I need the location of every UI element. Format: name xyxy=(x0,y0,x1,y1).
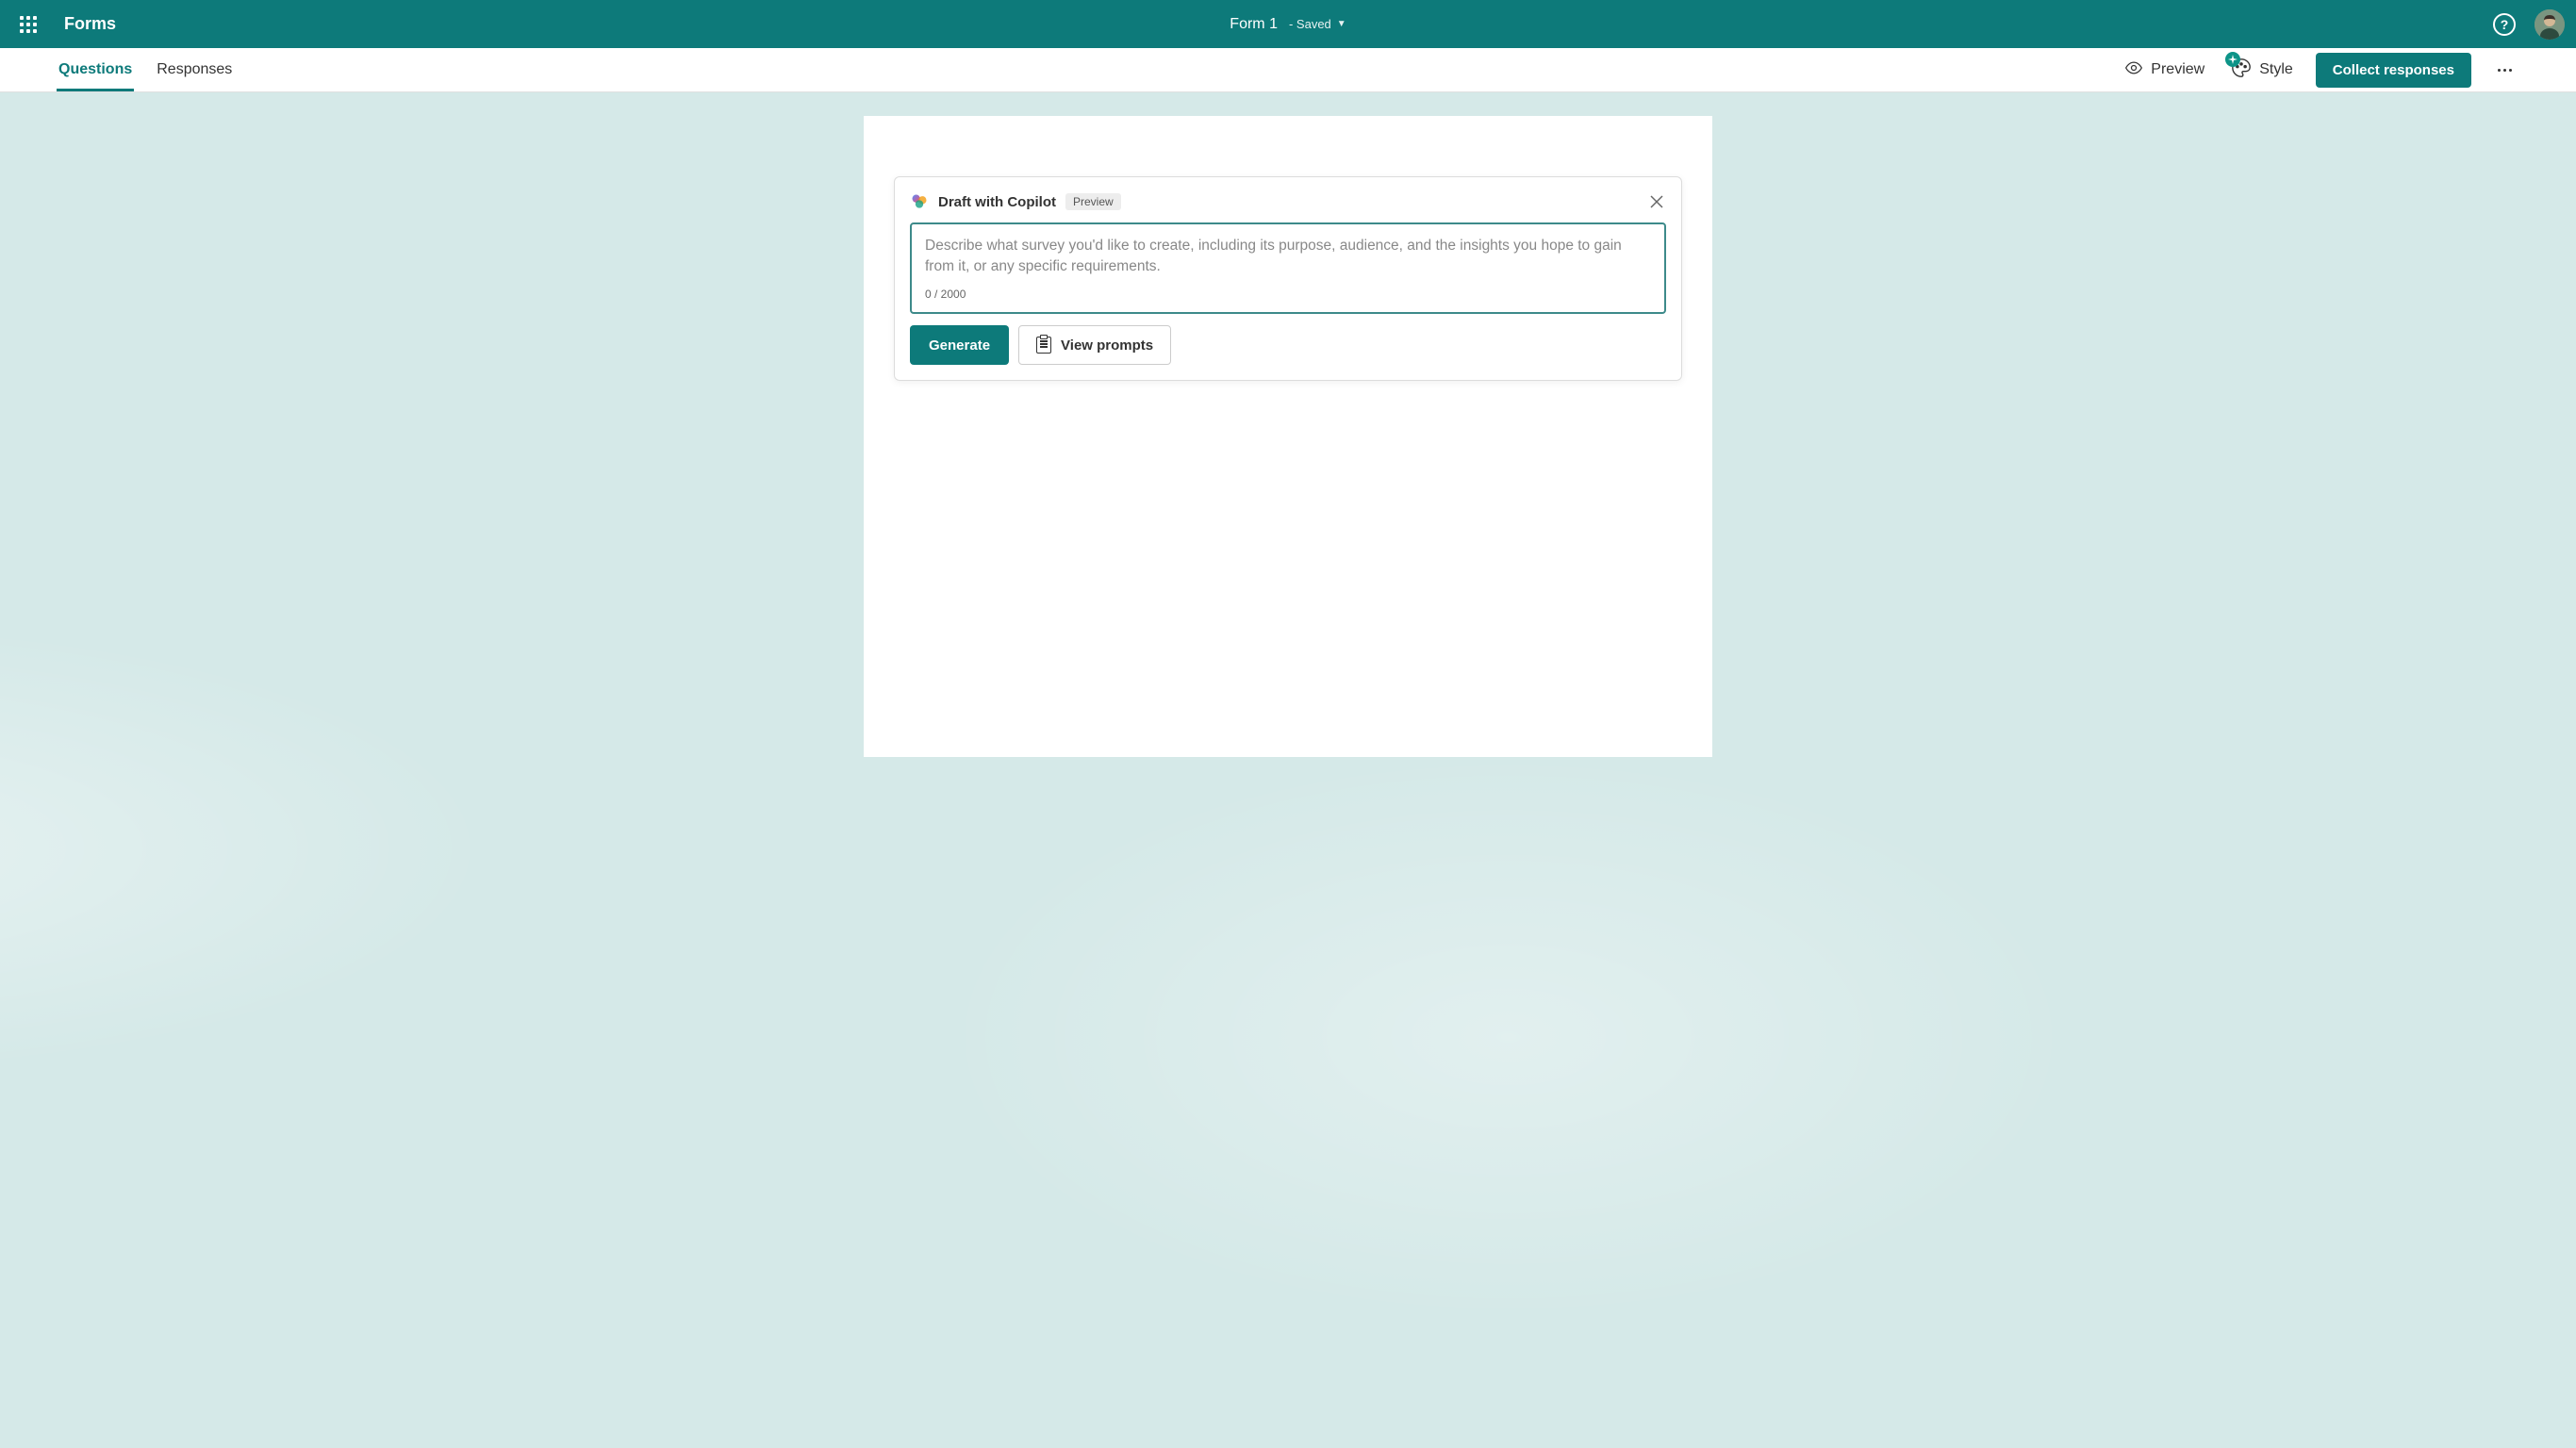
copilot-icon xyxy=(910,192,929,211)
char-count: 0 / 2000 xyxy=(925,288,1651,301)
more-options-button[interactable] xyxy=(2490,61,2519,79)
header-center: Form 1 - Saved ▼ xyxy=(1230,16,1346,33)
palette-icon xyxy=(2231,58,2252,83)
form-canvas: Draft with Copilot Preview 0 / 2000 Gene… xyxy=(864,116,1712,757)
form-title[interactable]: Form 1 xyxy=(1230,16,1278,33)
generate-button[interactable]: Generate xyxy=(910,325,1009,365)
avatar[interactable] xyxy=(2535,9,2565,40)
tab-questions[interactable]: Questions xyxy=(57,48,134,91)
copilot-input-container: 0 / 2000 xyxy=(910,222,1666,314)
copilot-prompt-input[interactable] xyxy=(925,236,1651,277)
subheader: Questions Responses Preview xyxy=(0,48,2576,92)
style-button[interactable]: Style xyxy=(2227,52,2297,89)
clipboard-icon xyxy=(1036,337,1051,354)
main-area: Draft with Copilot Preview 0 / 2000 Gene… xyxy=(0,92,2576,757)
close-icon[interactable] xyxy=(1647,192,1666,211)
collect-responses-button[interactable]: Collect responses xyxy=(2316,53,2471,88)
help-icon[interactable]: ? xyxy=(2493,13,2516,36)
tabs: Questions Responses xyxy=(57,48,234,91)
copilot-card: Draft with Copilot Preview 0 / 2000 Gene… xyxy=(894,176,1682,381)
preview-badge: Preview xyxy=(1065,193,1121,210)
app-name[interactable]: Forms xyxy=(64,14,116,34)
tab-responses[interactable]: Responses xyxy=(155,48,234,91)
copilot-title: Draft with Copilot xyxy=(938,194,1056,210)
eye-icon xyxy=(2124,58,2143,82)
app-launcher-icon[interactable] xyxy=(11,8,45,41)
app-header: Forms Form 1 - Saved ▼ ? xyxy=(0,0,2576,48)
view-prompts-button[interactable]: View prompts xyxy=(1018,325,1171,365)
preview-button[interactable]: Preview xyxy=(2121,53,2208,88)
chevron-down-icon: ▼ xyxy=(1337,19,1346,29)
save-status[interactable]: - Saved ▼ xyxy=(1289,17,1346,31)
